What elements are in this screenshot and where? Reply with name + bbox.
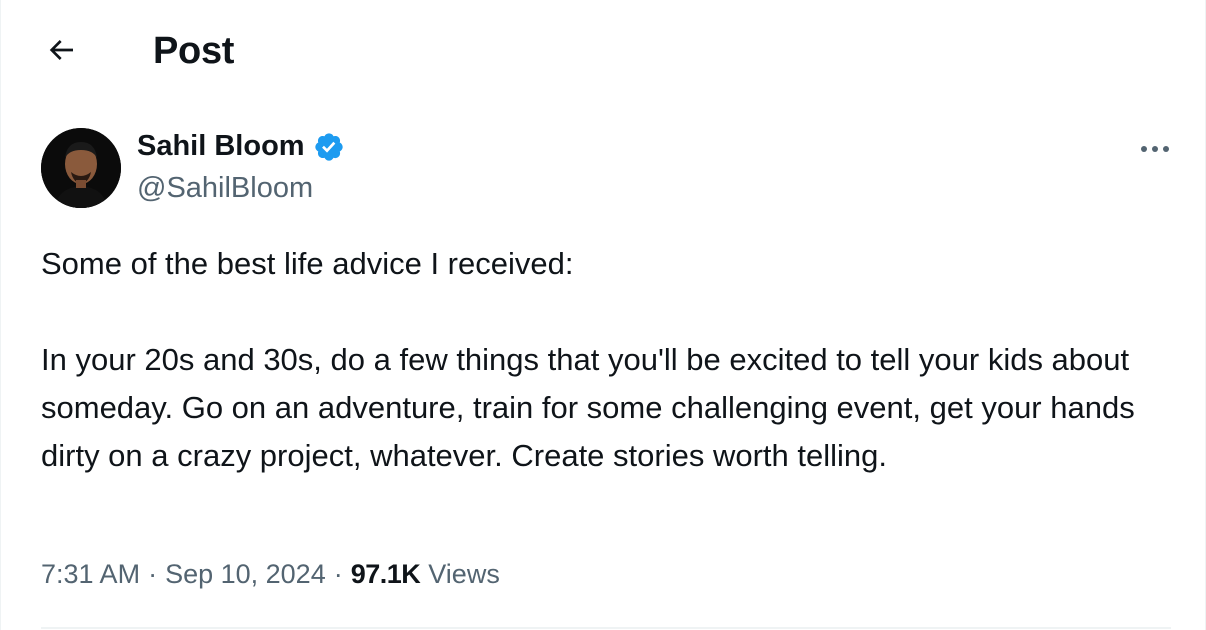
author-name-row: Sahil Bloom: [137, 130, 345, 163]
more-options-button[interactable]: [1131, 130, 1179, 170]
post-text: Some of the best life advice I received:…: [41, 240, 1171, 480]
meta-separator: ·: [148, 559, 158, 589]
author-handle[interactable]: @SahilBloom: [137, 172, 313, 205]
post-page: Post Sahil Bloom @SahilBloom Some of the…: [0, 0, 1206, 630]
views-count: 97.1K: [350, 559, 421, 589]
post-meta: 7:31 AM · Sep 10, 2024 · 97.1K Views: [41, 559, 500, 590]
divider: [41, 627, 1171, 629]
post-paragraph: In your 20s and 30s, do a few things tha…: [41, 342, 1135, 473]
verified-badge-icon[interactable]: [313, 131, 345, 163]
meta-separator: ·: [333, 559, 343, 589]
post-time[interactable]: 7:31 AM: [41, 559, 140, 590]
post-date[interactable]: Sep 10, 2024: [165, 559, 326, 590]
author-name[interactable]: Sahil Bloom: [137, 130, 305, 163]
more-dots-icon: [1140, 141, 1170, 159]
arrow-left-icon: [45, 34, 77, 71]
post-paragraph: Some of the best life advice I received:: [41, 246, 574, 281]
page-header: Post: [1, 0, 1206, 104]
page-title: Post: [153, 30, 235, 72]
back-button[interactable]: [31, 24, 91, 80]
avatar[interactable]: [41, 128, 121, 208]
views-label: Views: [428, 559, 500, 589]
